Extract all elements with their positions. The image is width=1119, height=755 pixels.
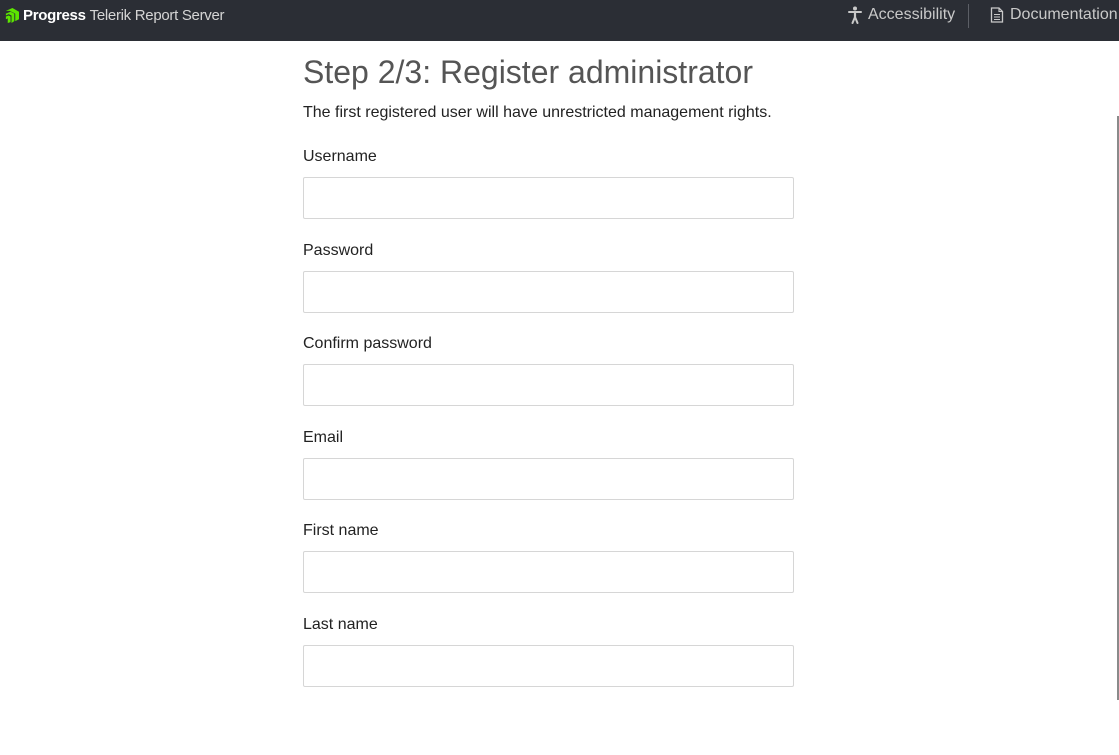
nav-divider [968, 4, 969, 28]
top-navbar: Progress Telerik Report Server Accessibi… [0, 0, 1119, 41]
accessibility-link[interactable]: Accessibility [848, 0, 955, 30]
last-name-input[interactable] [303, 644, 794, 687]
first-name-field: First name [303, 519, 794, 613]
username-field: Username [303, 145, 794, 239]
document-icon [990, 7, 1004, 23]
page-header: Step 2/3: Register administrator The fir… [303, 52, 793, 124]
accessibility-icon [848, 6, 862, 24]
first-name-label: First name [303, 522, 379, 539]
password-label: Password [303, 241, 374, 259]
accessibility-label: Accessibility [868, 6, 956, 23]
progress-logo-icon [5, 7, 19, 23]
confirm-password-input[interactable] [303, 364, 794, 406]
brand[interactable]: Progress Telerik Report Server [4, 0, 225, 30]
email-label: Email [303, 428, 344, 446]
username-label: Username [303, 148, 377, 165]
brand-product: Telerik Report Server [89, 6, 225, 24]
brand-company: Progress [23, 6, 86, 24]
username-input[interactable] [303, 177, 794, 219]
confirm-password-label: Confirm password [303, 335, 432, 352]
page-subtitle: The first registered user will have unre… [303, 104, 772, 121]
register-form: Username Password Confirm password Email… [303, 145, 794, 706]
email-field: Email [303, 426, 794, 520]
page-title: Step 2/3: Register administrator [303, 54, 753, 90]
password-field: Password [303, 239, 794, 333]
password-input[interactable] [303, 270, 794, 313]
email-input[interactable] [303, 457, 794, 500]
last-name-label: Last name [303, 615, 378, 633]
first-name-input[interactable] [303, 551, 794, 593]
confirm-password-field: Confirm password [303, 332, 794, 426]
documentation-link[interactable]: Documentation [990, 0, 1118, 30]
documentation-label: Documentation [1010, 6, 1118, 23]
last-name-field: Last name [303, 613, 794, 707]
